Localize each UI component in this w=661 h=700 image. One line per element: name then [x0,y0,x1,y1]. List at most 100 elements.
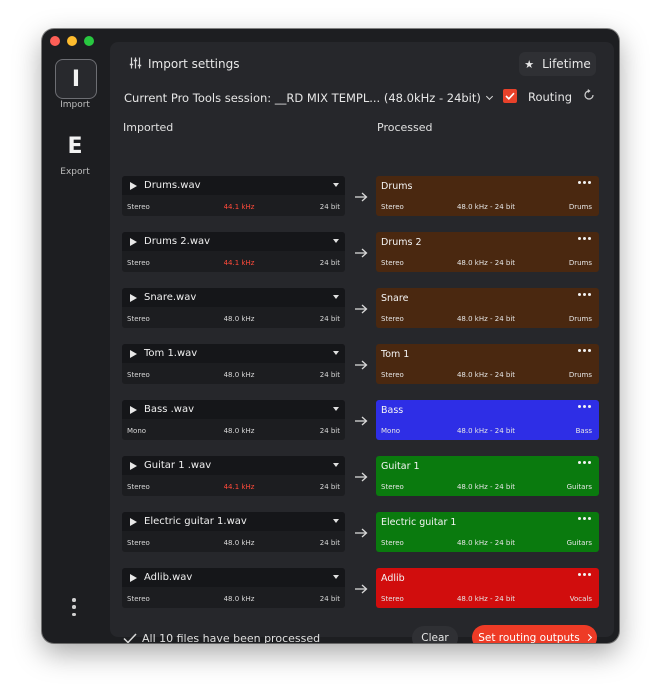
imported-channels: Stereo [127,595,150,603]
file-select-dropdown[interactable]: Guitar 1 .wav [122,456,345,475]
imported-sample-rate: 44.1 kHz [223,203,255,211]
export-nav-button[interactable]: E [55,127,95,165]
dropdown-arrow-icon [333,575,339,579]
file-select-dropdown[interactable]: Electric guitar 1.wav [122,512,345,531]
file-select-dropdown[interactable]: Bass .wav [122,400,345,419]
imported-column-header: Imported [123,121,174,134]
routing-checkbox[interactable] [503,89,517,103]
lifetime-button[interactable]: ★ Lifetime [519,52,596,76]
sidebar: I Import E Export [42,29,108,643]
dropdown-arrow-icon [333,183,339,187]
arrow-right-icon [355,304,368,314]
processed-track-card[interactable]: Snare Stereo 48.0 kHz - 24 bit Drums [376,288,599,328]
processed-destination: Bass [575,427,592,435]
imported-file-card: Adlib.wav Stereo 48.0 kHz 24 bit [122,568,345,608]
set-routing-outputs-button[interactable]: Set routing outputs [472,625,597,643]
processed-format: 48.0 kHz - 24 bit [456,539,516,547]
imported-channels: Stereo [127,203,150,211]
processed-destination: Drums [568,371,592,379]
play-icon[interactable] [130,182,137,190]
processed-track-card[interactable]: Adlib Stereo 48.0 kHz - 24 bit Vocals [376,568,599,608]
vertical-ellipsis-icon[interactable] [68,598,80,616]
file-select-dropdown[interactable]: Snare.wav [122,288,345,307]
imported-channels: Stereo [127,371,150,379]
play-icon[interactable] [130,406,137,414]
processed-track-name: Electric guitar 1 [381,517,457,528]
processed-track-card[interactable]: Drums Stereo 48.0 kHz - 24 bit Drums [376,176,599,216]
more-options-icon[interactable] [578,573,591,576]
processed-destination: Drums [568,315,592,323]
processed-track-name: Guitar 1 [381,461,420,472]
status-message: All 10 files have been processed [142,632,321,643]
processed-track-name: Tom 1 [381,349,410,360]
imported-file-name: Adlib.wav [144,572,193,583]
dropdown-arrow-icon [333,295,339,299]
chevron-right-icon [584,633,592,642]
imported-file-card: Tom 1.wav Stereo 48.0 kHz 24 bit [122,344,345,384]
more-options-icon[interactable] [578,181,591,184]
dropdown-arrow-icon [333,407,339,411]
imported-sample-rate: 48.0 kHz [223,371,255,379]
processed-destination: Drums [568,203,592,211]
processed-format: 48.0 kHz - 24 bit [456,371,516,379]
app-window: I Import E Export Import settings ★ Life… [42,29,619,643]
play-icon[interactable] [130,462,137,470]
clear-button[interactable]: Clear [412,626,458,643]
more-options-icon[interactable] [578,405,591,408]
refresh-icon[interactable] [583,89,595,101]
file-select-dropdown[interactable]: Adlib.wav [122,568,345,587]
processed-channels: Stereo [381,203,404,211]
imported-bit-depth: 24 bit [319,371,340,379]
processed-track-card[interactable]: Drums 2 Stereo 48.0 kHz - 24 bit Drums [376,232,599,272]
imported-channels: Stereo [127,539,150,547]
import-nav-button[interactable]: I [55,59,97,99]
chevron-down-icon [485,92,493,101]
imported-channels: Stereo [127,315,150,323]
imported-channels: Stereo [127,483,150,491]
file-select-dropdown[interactable]: Tom 1.wav [122,344,345,363]
arrow-right-icon [355,360,368,370]
processed-format: 48.0 kHz - 24 bit [456,203,516,211]
imported-sample-rate: 48.0 kHz [223,427,255,435]
play-icon[interactable] [130,574,137,582]
more-options-icon[interactable] [578,293,591,296]
file-select-dropdown[interactable]: Drums 2.wav [122,232,345,251]
more-options-icon[interactable] [578,349,591,352]
session-selector[interactable]: Current Pro Tools session: __RD MIX TEMP… [124,91,493,105]
play-icon[interactable] [130,518,137,526]
dropdown-arrow-icon [333,351,339,355]
arrow-right-icon [355,416,368,426]
play-icon[interactable] [130,350,137,358]
processed-channels: Stereo [381,595,404,603]
imported-bit-depth: 24 bit [319,427,340,435]
play-icon[interactable] [130,294,137,302]
processed-column-header: Processed [377,121,433,134]
more-options-icon[interactable] [578,237,591,240]
processed-destination: Drums [568,259,592,267]
play-icon[interactable] [130,238,137,246]
processed-track-card[interactable]: Guitar 1 Stereo 48.0 kHz - 24 bit Guitar… [376,456,599,496]
processed-track-card[interactable]: Electric guitar 1 Stereo 48.0 kHz - 24 b… [376,512,599,552]
file-select-dropdown[interactable]: Drums.wav [122,176,345,195]
imported-bit-depth: 24 bit [319,315,340,323]
arrow-right-icon [355,584,368,594]
more-options-icon[interactable] [578,517,591,520]
more-options-icon[interactable] [578,461,591,464]
processed-track-card[interactable]: Tom 1 Stereo 48.0 kHz - 24 bit Drums [376,344,599,384]
processed-track-card[interactable]: Bass Mono 48.0 kHz - 24 bit Bass [376,400,599,440]
processed-channels: Stereo [381,539,404,547]
panel-title: Import settings [148,57,240,71]
imported-bit-depth: 24 bit [319,483,340,491]
processed-track-name: Bass [381,405,404,416]
processed-channels: Mono [381,427,401,435]
imported-file-name: Drums 2.wav [144,236,211,247]
imported-sample-rate: 44.1 kHz [223,259,255,267]
imported-file-card: Drums.wav Stereo 44.1 kHz 24 bit [122,176,345,216]
processed-format: 48.0 kHz - 24 bit [456,427,516,435]
dropdown-arrow-icon [333,519,339,523]
imported-file-card: Drums 2.wav Stereo 44.1 kHz 24 bit [122,232,345,272]
imported-file-card: Guitar 1 .wav Stereo 44.1 kHz 24 bit [122,456,345,496]
processed-destination: Vocals [569,595,592,603]
imported-sample-rate: 48.0 kHz [223,595,255,603]
imported-file-card: Electric guitar 1.wav Stereo 48.0 kHz 24… [122,512,345,552]
